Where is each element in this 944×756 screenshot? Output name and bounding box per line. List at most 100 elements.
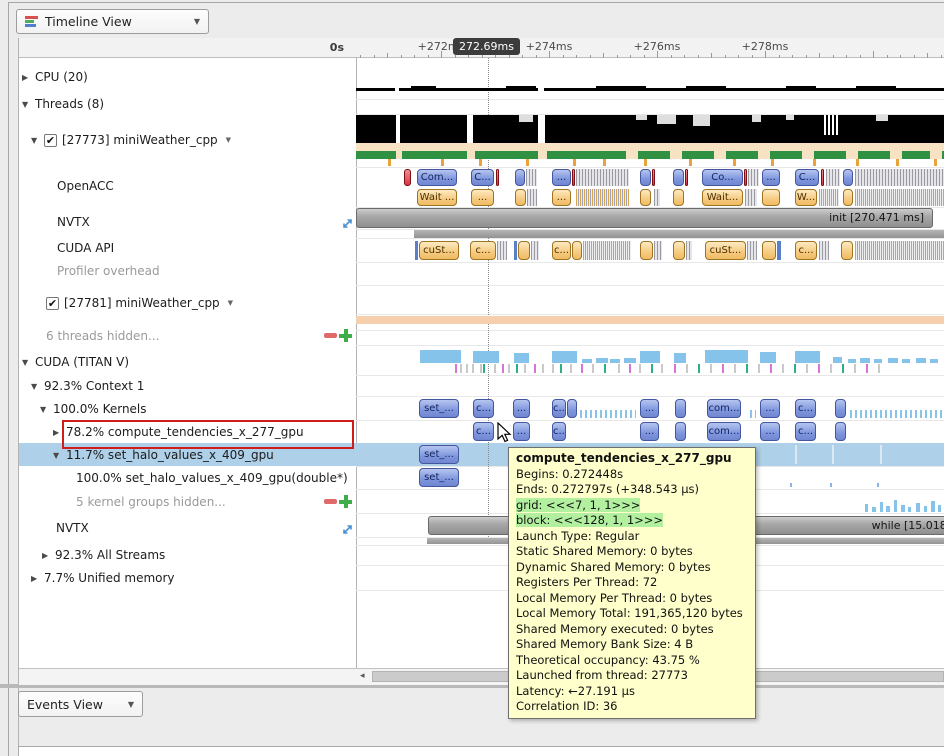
events-view-dropdown[interactable]: Events View ▼: [18, 691, 143, 717]
cuda-api-row-block[interactable]: [819, 241, 829, 260]
kernels-all-row-block[interactable]: [675, 399, 686, 418]
cuda-api-row-block[interactable]: cuSt...: [705, 241, 746, 260]
tree-item[interactable]: 6 threads hidden...: [46, 327, 159, 345]
chevron-down-icon[interactable]: ▼: [22, 100, 35, 109]
chevron-down-icon[interactable]: ▼: [228, 299, 233, 307]
cuda-api-row-block[interactable]: [518, 241, 530, 260]
cuda-api-row-block[interactable]: [673, 241, 685, 260]
openacc-launch-row-block[interactable]: Co...: [702, 169, 743, 186]
openacc-wait-row-block[interactable]: [745, 189, 757, 206]
kernels-compute-row-block[interactable]: [835, 422, 846, 441]
tree-item[interactable]: ▶92.3% All Streams: [42, 546, 165, 564]
tree-item[interactable]: Profiler overhead: [57, 262, 160, 280]
thread-checkbox[interactable]: ✔: [44, 134, 57, 147]
tree-item[interactable]: NVTX: [57, 213, 90, 231]
cuda-api-row-block[interactable]: [762, 241, 776, 260]
openacc-wait-row-block[interactable]: ...: [471, 189, 494, 206]
nvtx-init-range[interactable]: init [270.471 ms]: [356, 208, 933, 228]
openacc-launch-row-block[interactable]: [652, 169, 655, 186]
kernels-compute-row-block[interactable]: ...: [513, 422, 530, 441]
kernels-all-row-block[interactable]: set_...: [419, 399, 459, 418]
cuda-api-row-block[interactable]: [686, 241, 692, 260]
openacc-launch-row-block[interactable]: [748, 169, 759, 186]
chevron-down-icon[interactable]: ▼: [40, 405, 53, 414]
cuda-api-row-block[interactable]: [777, 241, 781, 260]
cuda-api-row-block[interactable]: c...: [552, 241, 571, 260]
openacc-launch-row-block[interactable]: [821, 169, 824, 186]
expand-row-icon[interactable]: [341, 215, 354, 234]
openacc-launch-row-block[interactable]: [744, 169, 747, 186]
openacc-launch-row-block[interactable]: [826, 169, 840, 186]
chevron-right-icon[interactable]: ▶: [42, 551, 55, 560]
kernels-sethalo-detail-row-block[interactable]: set_...: [419, 468, 459, 487]
kernels-sethalo-detail-row-block[interactable]: [830, 483, 832, 487]
chevron-right-icon[interactable]: ▶: [31, 574, 44, 583]
openacc-launch-row-block[interactable]: [673, 169, 684, 186]
openacc-wait-row-block[interactable]: Wait...: [702, 189, 743, 206]
openacc-launch-row-block[interactable]: [855, 169, 944, 186]
cuda-api-row-block[interactable]: c...: [470, 241, 496, 260]
tree-item[interactable]: ▶7.7% Unified memory: [31, 569, 175, 587]
kernels-all-row-block[interactable]: com...: [707, 399, 741, 418]
chevron-down-icon[interactable]: ▼: [22, 358, 35, 367]
openacc-launch-row-block[interactable]: [576, 169, 629, 186]
add-filter-icon[interactable]: [339, 329, 352, 342]
cuda-api-row-block[interactable]: [514, 241, 517, 260]
openacc-launch-row-block[interactable]: ...: [552, 169, 571, 186]
chevron-down-icon[interactable]: ▼: [53, 451, 66, 460]
kernels-compute-row-block[interactable]: c...: [473, 422, 494, 441]
view-selector-dropdown[interactable]: Timeline View ▼: [16, 9, 209, 34]
kernels-all-row-block[interactable]: ...: [760, 399, 780, 418]
openacc-wait-row-block[interactable]: [654, 189, 660, 206]
kernels-sethalo-detail-row-block[interactable]: [790, 483, 792, 487]
chevron-down-icon[interactable]: ▼: [226, 136, 231, 144]
kernels-compute-row-block[interactable]: ...: [760, 422, 780, 441]
remove-filter-icon[interactable]: [324, 333, 337, 338]
kernels-sethalo-selected-row-block[interactable]: [832, 445, 834, 464]
openacc-wait-row-block[interactable]: [762, 189, 780, 206]
nvtx-init-sub[interactable]: [414, 230, 944, 238]
openacc-launch-row-block[interactable]: [496, 169, 499, 186]
chevron-right-icon[interactable]: ▶: [22, 73, 35, 82]
chevron-down-icon[interactable]: ▼: [31, 382, 44, 391]
expand-row-icon[interactable]: [341, 521, 354, 540]
kernels-all-row-block[interactable]: ...: [640, 399, 659, 418]
kernels-all-row-block[interactable]: [850, 410, 944, 418]
kernels-all-row-block[interactable]: c...: [552, 399, 566, 418]
tree-item[interactable]: ▶CPU (20): [22, 68, 88, 86]
cuda-api-row-block[interactable]: cuSt...: [419, 241, 459, 260]
openacc-launch-row-block[interactable]: [404, 169, 411, 186]
openacc-launch-row-block[interactable]: [640, 169, 651, 186]
kernels-sethalo-selected-row-block[interactable]: set_...: [419, 445, 459, 464]
openacc-wait-row-block[interactable]: W...: [795, 189, 817, 206]
tree-item[interactable]: ✔[27781] miniWeather_cpp▼: [46, 294, 233, 312]
openacc-wait-row-block[interactable]: [527, 189, 537, 206]
openacc-launch-row-block[interactable]: Com...: [417, 169, 457, 186]
cuda-api-row-block[interactable]: [497, 241, 507, 260]
tree-item[interactable]: ▼Threads (8): [22, 95, 104, 113]
openacc-wait-row-block[interactable]: ...: [552, 189, 571, 206]
kernels-all-row-block[interactable]: c...: [473, 399, 494, 418]
openacc-wait-row-block[interactable]: [843, 189, 853, 206]
openacc-launch-row-block[interactable]: C...: [795, 169, 819, 186]
cuda-api-row-block[interactable]: [415, 241, 418, 260]
kernels-sethalo-detail-row-block[interactable]: [877, 483, 879, 487]
tree-item[interactable]: OpenACC: [57, 177, 114, 195]
tree-item[interactable]: 5 kernel groups hidden...: [76, 493, 226, 511]
openacc-wait-row-block[interactable]: [515, 189, 526, 206]
cuda-api-row-block[interactable]: [747, 241, 757, 260]
thread-checkbox[interactable]: ✔: [46, 297, 59, 310]
openacc-wait-row-block[interactable]: [819, 189, 839, 206]
kernels-all-row-block[interactable]: [750, 410, 756, 418]
openacc-launch-row-block[interactable]: [843, 169, 853, 186]
kernels-compute-row-block[interactable]: com...: [707, 422, 741, 441]
openacc-launch-row-block[interactable]: [526, 169, 537, 186]
openacc-launch-row-block[interactable]: ...: [762, 169, 780, 186]
kernels-all-row-block[interactable]: c...: [795, 399, 816, 418]
openacc-wait-row-block[interactable]: [640, 189, 651, 206]
tree-item[interactable]: 100.0% set_halo_values_x_409_gpu(double*…: [76, 469, 348, 487]
tree-item[interactable]: CUDA API: [57, 239, 114, 257]
kernels-sethalo-selected-row-block[interactable]: [795, 445, 797, 464]
kernels-compute-row-block[interactable]: c...: [552, 422, 566, 441]
tree-item[interactable]: NVTX: [56, 519, 89, 537]
